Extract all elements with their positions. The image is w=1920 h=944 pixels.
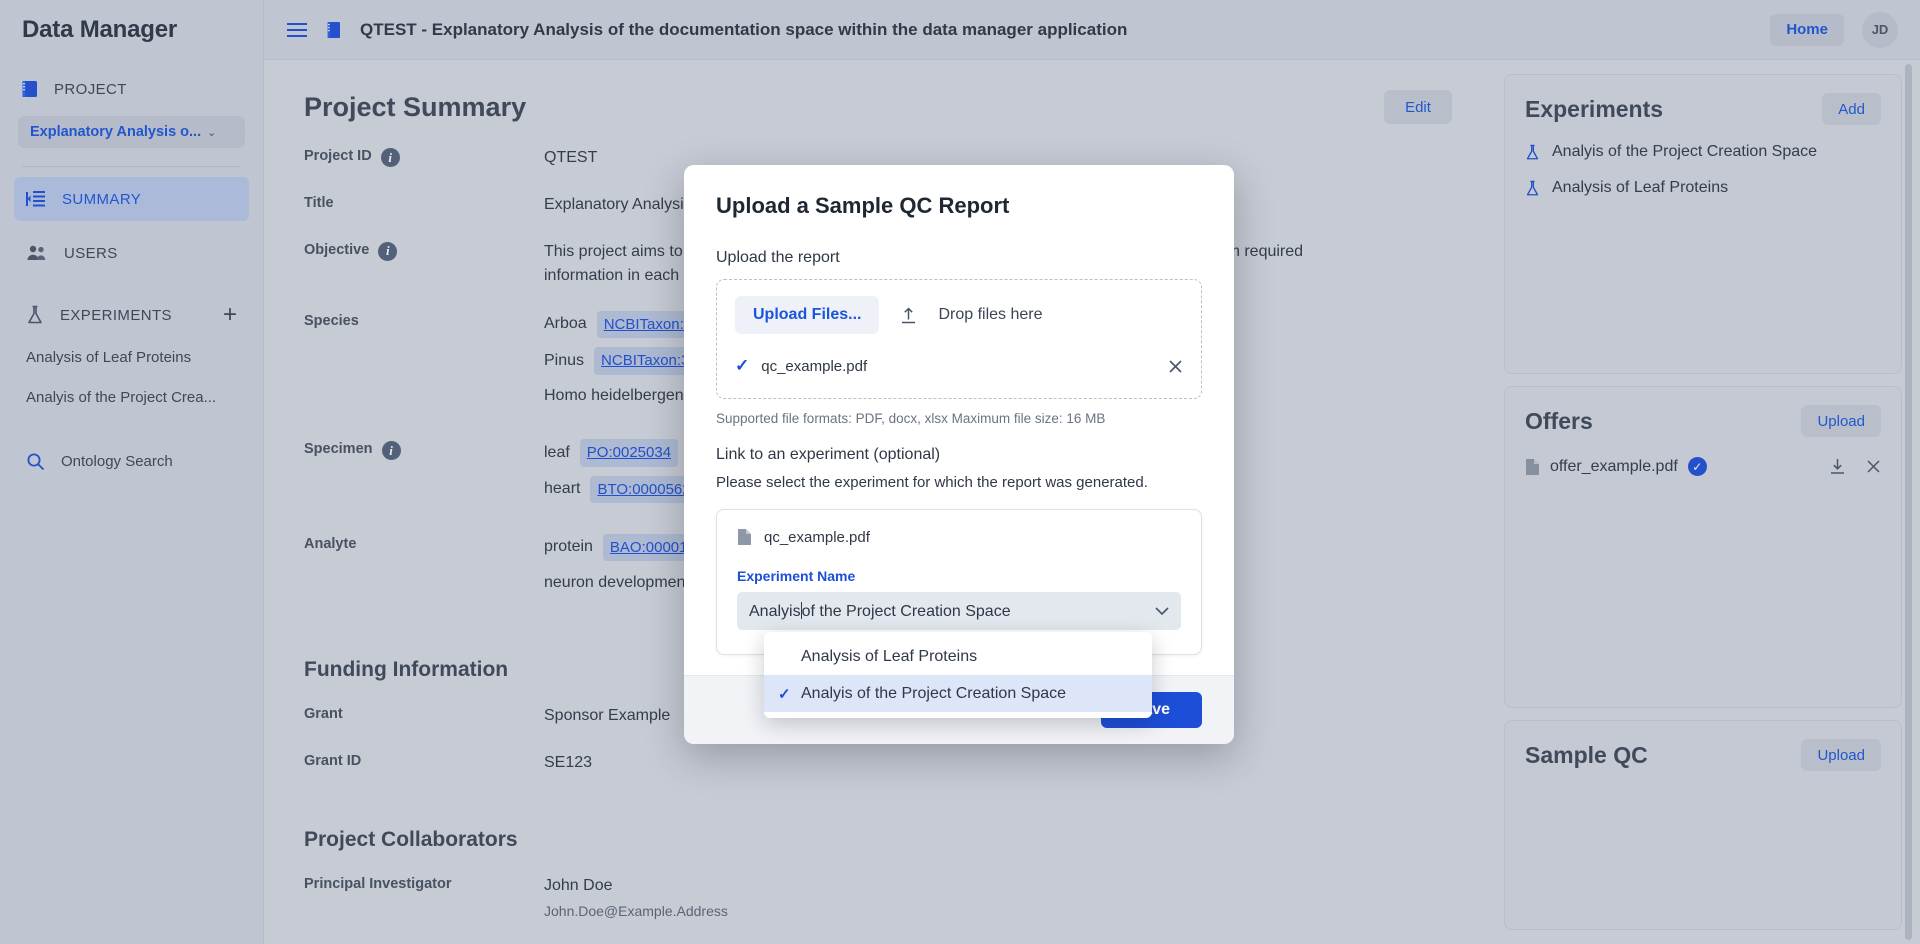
supported-formats-note: Supported file formats: PDF, docx, xlsx … bbox=[716, 411, 1202, 426]
dropdown-option-label: Analyis of the Project Creation Space bbox=[801, 685, 1066, 703]
experiment-name-dropdown[interactable]: ✓ Analysis of Leaf Proteins ✓ Analyis of… bbox=[764, 632, 1152, 718]
link-file-row: qc_example.pdf bbox=[737, 528, 1181, 546]
chevron-down-icon bbox=[1155, 607, 1169, 616]
upload-arrow-icon bbox=[899, 306, 918, 325]
dropdown-option-project-creation-space[interactable]: ✓ Analyis of the Project Creation Space bbox=[764, 675, 1152, 712]
uploaded-file-row: ✓ qc_example.pdf bbox=[735, 356, 1183, 376]
select-value-after-cursor: of the Project Creation Space bbox=[802, 603, 1011, 620]
link-section-description: Please select the experiment for which t… bbox=[716, 474, 1202, 491]
experiment-name-select[interactable]: Analyisof the Project Creation Space bbox=[737, 592, 1181, 630]
dropdown-option-label: Analysis of Leaf Proteins bbox=[801, 648, 977, 666]
select-value-before-cursor: Analyis bbox=[749, 603, 801, 620]
check-icon: ✓ bbox=[778, 685, 791, 703]
uploaded-file-name: qc_example.pdf bbox=[761, 358, 1156, 375]
check-icon: ✓ bbox=[735, 356, 749, 376]
dropzone-top: Upload Files... Drop files here bbox=[735, 296, 1183, 334]
link-file-name: qc_example.pdf bbox=[764, 529, 870, 546]
close-icon[interactable] bbox=[1168, 359, 1183, 374]
modal-body: Upload a Sample QC Report Upload the rep… bbox=[684, 165, 1234, 675]
dropdown-option-leaf-proteins[interactable]: ✓ Analysis of Leaf Proteins bbox=[764, 638, 1152, 675]
experiment-name-select-value: Analyisof the Project Creation Space bbox=[749, 602, 1155, 621]
modal-title: Upload a Sample QC Report bbox=[716, 193, 1202, 219]
experiment-name-label: Experiment Name bbox=[737, 568, 1181, 584]
link-section-label: Link to an experiment (optional) bbox=[716, 446, 1202, 464]
file-icon bbox=[737, 528, 752, 546]
file-dropzone[interactable]: Upload Files... Drop files here ✓ qc_exa… bbox=[716, 279, 1202, 399]
upload-files-button[interactable]: Upload Files... bbox=[735, 296, 879, 334]
drop-files-text: Drop files here bbox=[938, 306, 1042, 324]
upload-section-label: Upload the report bbox=[716, 249, 1202, 267]
